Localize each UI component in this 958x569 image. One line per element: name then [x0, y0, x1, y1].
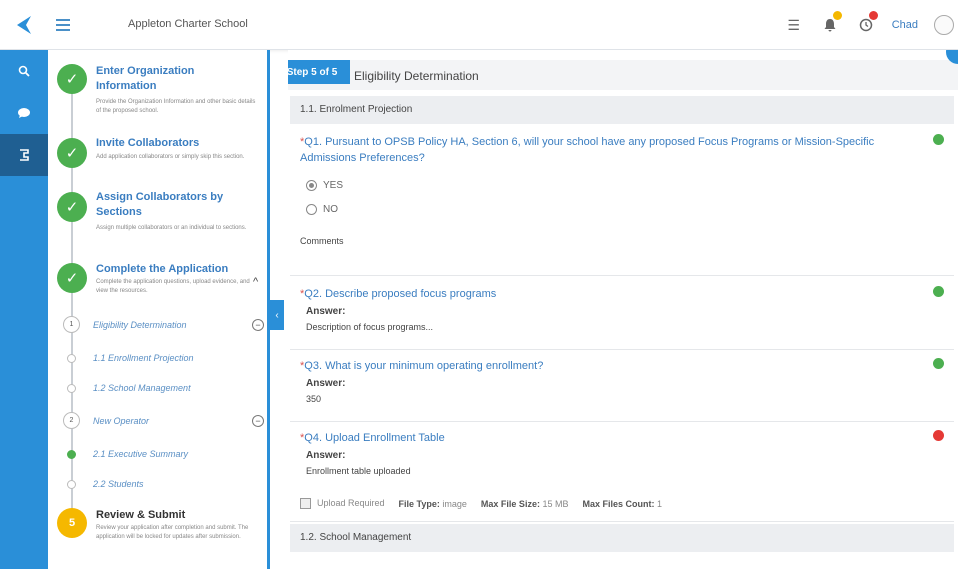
step-5-title[interactable]: Review & Submit [96, 508, 246, 523]
app-logo[interactable] [0, 0, 48, 50]
section-header-1-1: 1.1. Enrolment Projection [290, 96, 954, 124]
substep-1-2-label[interactable]: 1.2 School Management [93, 383, 191, 393]
q2-text: *Q2. Describe proposed focus programs [300, 288, 497, 300]
q3-text: *Q3. What is your minimum operating enro… [300, 360, 544, 372]
step-1-title[interactable]: Enter Organization Information [96, 64, 246, 94]
substep-dot [67, 480, 76, 489]
q4-upload-info: Upload Required File Type: image Max Fil… [300, 498, 662, 510]
main-content: Step 5 of 5 Eligibility Determination 1.… [288, 50, 958, 569]
radio-no[interactable] [306, 204, 317, 215]
q1-text: *Q1. Pursuant to OPSB Policy HA, Section… [300, 136, 875, 164]
substep-dot [67, 354, 76, 363]
steps-icon[interactable] [0, 134, 48, 176]
q1-option-yes[interactable]: YES [306, 180, 343, 191]
question-q1: *Q1. Pursuant to OPSB Policy HA, Section… [290, 126, 954, 276]
steps-panel: ✓ Enter Organization Information Provide… [48, 50, 270, 569]
q4-text: *Q4. Upload Enrollment Table [300, 432, 445, 444]
q3-answer-label: Answer: [306, 378, 346, 389]
search-icon[interactable] [0, 50, 48, 92]
substep-dot [67, 384, 76, 393]
substep-2-1-label[interactable]: 2.1 Executive Summary [93, 449, 188, 459]
step-badge: Step 5 of 5 [288, 60, 350, 84]
substep-done-dot [67, 450, 76, 459]
user-name[interactable]: Chad [892, 19, 918, 31]
notification-badge [868, 11, 878, 20]
q2-status-icon [933, 286, 944, 297]
q3-answer: 350 [306, 394, 322, 404]
step-4-check-icon: ✓ [57, 263, 87, 293]
question-q2: *Q2. Describe proposed focus programs An… [290, 278, 954, 350]
question-q3: *Q3. What is your minimum operating enro… [290, 350, 954, 422]
q1-comments-label: Comments [300, 236, 344, 246]
chevron-up-icon[interactable]: ^ [253, 276, 258, 288]
step-2-desc: Add application collaborators or simply … [96, 154, 245, 160]
chat-icon[interactable] [0, 92, 48, 134]
q4-status-icon [933, 430, 944, 441]
collapse-panel-button[interactable]: ‹ [270, 300, 284, 330]
substep-group-2-label[interactable]: New Operator [93, 416, 149, 426]
step-3-desc: Assign multiple collaborators or an indi… [96, 225, 247, 231]
step-3-title[interactable]: Assign Collaborators by Sections [96, 190, 246, 220]
step-2-title[interactable]: Invite Collaborators [96, 136, 246, 151]
bell-badge [832, 11, 842, 20]
top-bar: Appleton Charter School ☰ Chad [0, 0, 958, 50]
q1-option-no[interactable]: NO [306, 204, 338, 215]
menu-icon[interactable] [52, 14, 74, 36]
collapse-group-2-icon[interactable]: − [252, 415, 264, 427]
step-2-check-icon: ✓ [57, 138, 87, 168]
user-avatar-icon[interactable] [934, 15, 954, 35]
notification-icon[interactable] [856, 11, 878, 35]
q4-answer-label: Answer: [306, 450, 346, 461]
q2-answer-label: Answer: [306, 306, 346, 317]
substep-group-2-number: 2 [63, 412, 80, 429]
q1-status-icon [933, 134, 944, 145]
logo-icon [17, 16, 31, 34]
q3-status-icon [933, 358, 944, 369]
step-4-desc: Complete the application questions, uplo… [96, 279, 250, 294]
page-title: Eligibility Determination [354, 69, 479, 83]
radio-yes[interactable] [306, 180, 317, 191]
section-header-1-2: 1.2. School Management [290, 524, 954, 552]
step-4-title[interactable]: Complete the Application [96, 262, 246, 277]
substep-2-2-label[interactable]: 2.2 Students [93, 479, 144, 489]
step-5-number: 5 [57, 508, 87, 538]
icon-rail [0, 50, 48, 569]
question-q4: *Q4. Upload Enrollment Table Answer: Enr… [290, 422, 954, 522]
q2-answer: Description of focus programs... [306, 322, 434, 332]
substep-group-1-label[interactable]: Eligibility Determination [93, 320, 187, 330]
substep-1-1-label[interactable]: 1.1 Enrollment Projection [93, 353, 194, 363]
step-1-check-icon: ✓ [57, 64, 87, 94]
q4-answer: Enrollment table uploaded [306, 466, 411, 476]
bell-icon[interactable] [820, 11, 842, 35]
collapse-group-1-icon[interactable]: − [252, 319, 264, 331]
substep-group-1-number: 1 [63, 316, 80, 333]
org-name: Appleton Charter School [128, 18, 248, 30]
step-5-desc: Review your application after completion… [96, 525, 249, 540]
step-3-check-icon: ✓ [57, 192, 87, 222]
list-icon[interactable]: ☰ [784, 15, 804, 35]
upload-required-checkbox[interactable]: Upload Required [300, 498, 385, 510]
step-1-desc: Provide the Organization Information and… [96, 99, 256, 114]
